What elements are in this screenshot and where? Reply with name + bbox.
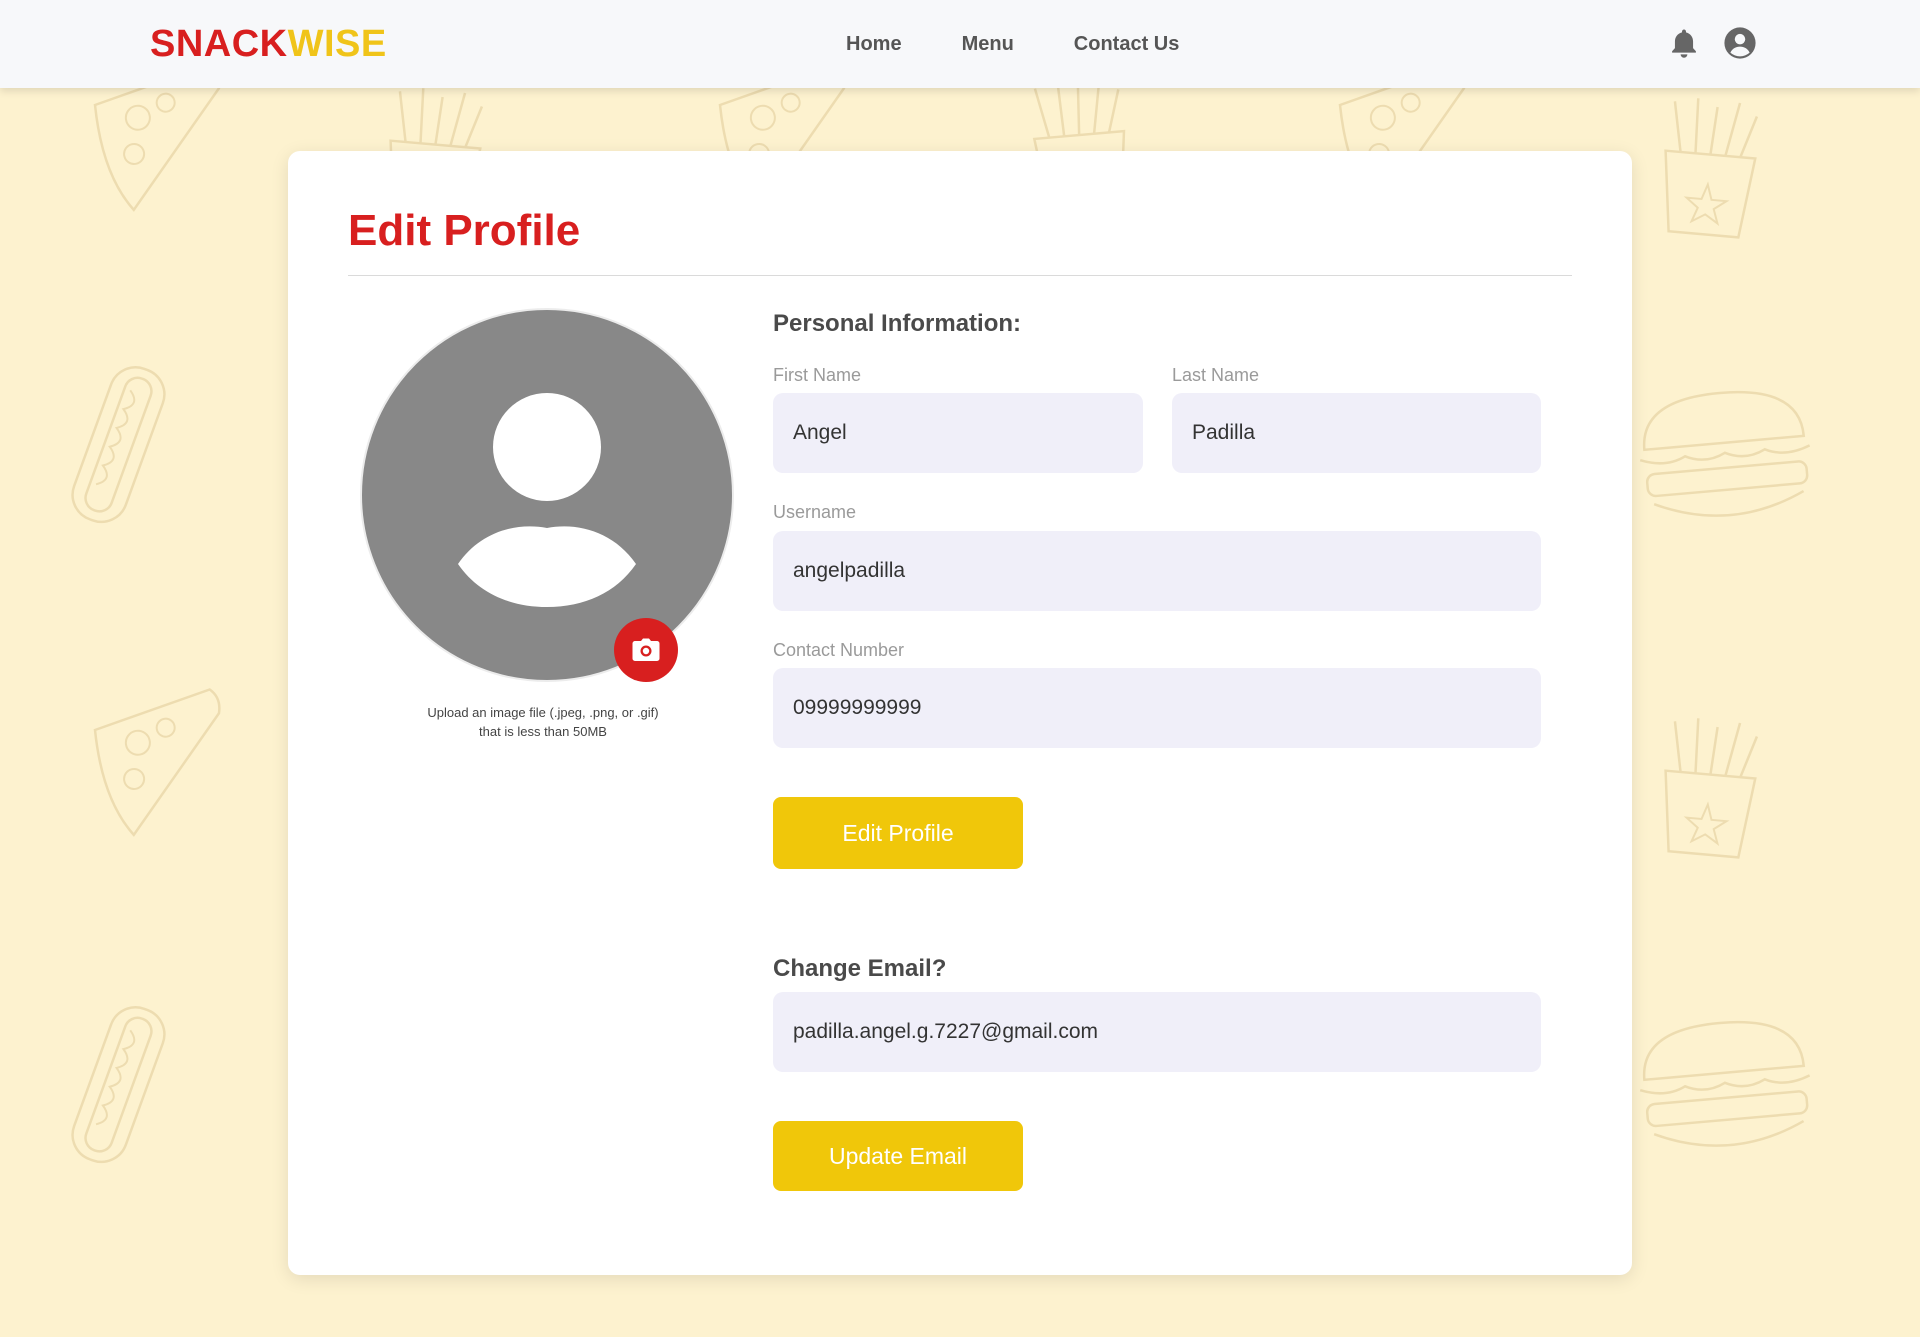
camera-icon — [632, 638, 660, 661]
logo-part-snack: SNACK — [150, 23, 288, 65]
upload-hint-line2: that is less than 50MB — [479, 724, 607, 739]
last-name-input[interactable] — [1172, 393, 1541, 473]
nav-link-menu[interactable]: Menu — [962, 30, 1014, 58]
change-photo-button[interactable] — [614, 618, 678, 682]
avatar — [360, 308, 734, 682]
change-email-heading: Change Email? — [773, 955, 947, 982]
logo-part-wise: WISE — [287, 23, 387, 65]
upload-hint: Upload an image file (.jpeg, .png, or .g… — [383, 703, 703, 741]
snackwise-logo[interactable]: SNACKWISE — [150, 22, 387, 66]
first-name-label: First Name — [773, 365, 862, 385]
email-input[interactable] — [773, 992, 1541, 1072]
update-email-button[interactable]: Update Email — [773, 1121, 1023, 1191]
title-divider — [348, 275, 1572, 276]
user-circle-icon[interactable] — [1723, 26, 1757, 60]
page-title: Edit Profile — [348, 206, 581, 255]
first-name-input[interactable] — [773, 393, 1143, 473]
top-navbar: SNACKWISE Home Menu Contact Us — [0, 0, 1920, 88]
personal-info-heading: Personal Information: — [773, 310, 1022, 337]
upload-hint-line1: Upload an image file (.jpeg, .png, or .g… — [427, 705, 659, 720]
edit-profile-button[interactable]: Edit Profile — [773, 797, 1023, 869]
main-nav: Home Menu Contact Us — [846, 30, 1179, 58]
bell-icon[interactable] — [1667, 26, 1701, 60]
contact-number-input[interactable] — [773, 668, 1541, 748]
default-user-silhouette-icon — [458, 393, 636, 607]
username-input[interactable] — [773, 531, 1541, 611]
last-name-label: Last Name — [1172, 365, 1260, 385]
username-label: Username — [773, 502, 857, 522]
edit-profile-card: Edit Profile Upload an image file (.jpeg… — [288, 151, 1632, 1275]
contact-number-label: Contact Number — [773, 640, 905, 660]
nav-link-home[interactable]: Home — [846, 30, 902, 58]
nav-link-contact-us[interactable]: Contact Us — [1074, 30, 1180, 58]
